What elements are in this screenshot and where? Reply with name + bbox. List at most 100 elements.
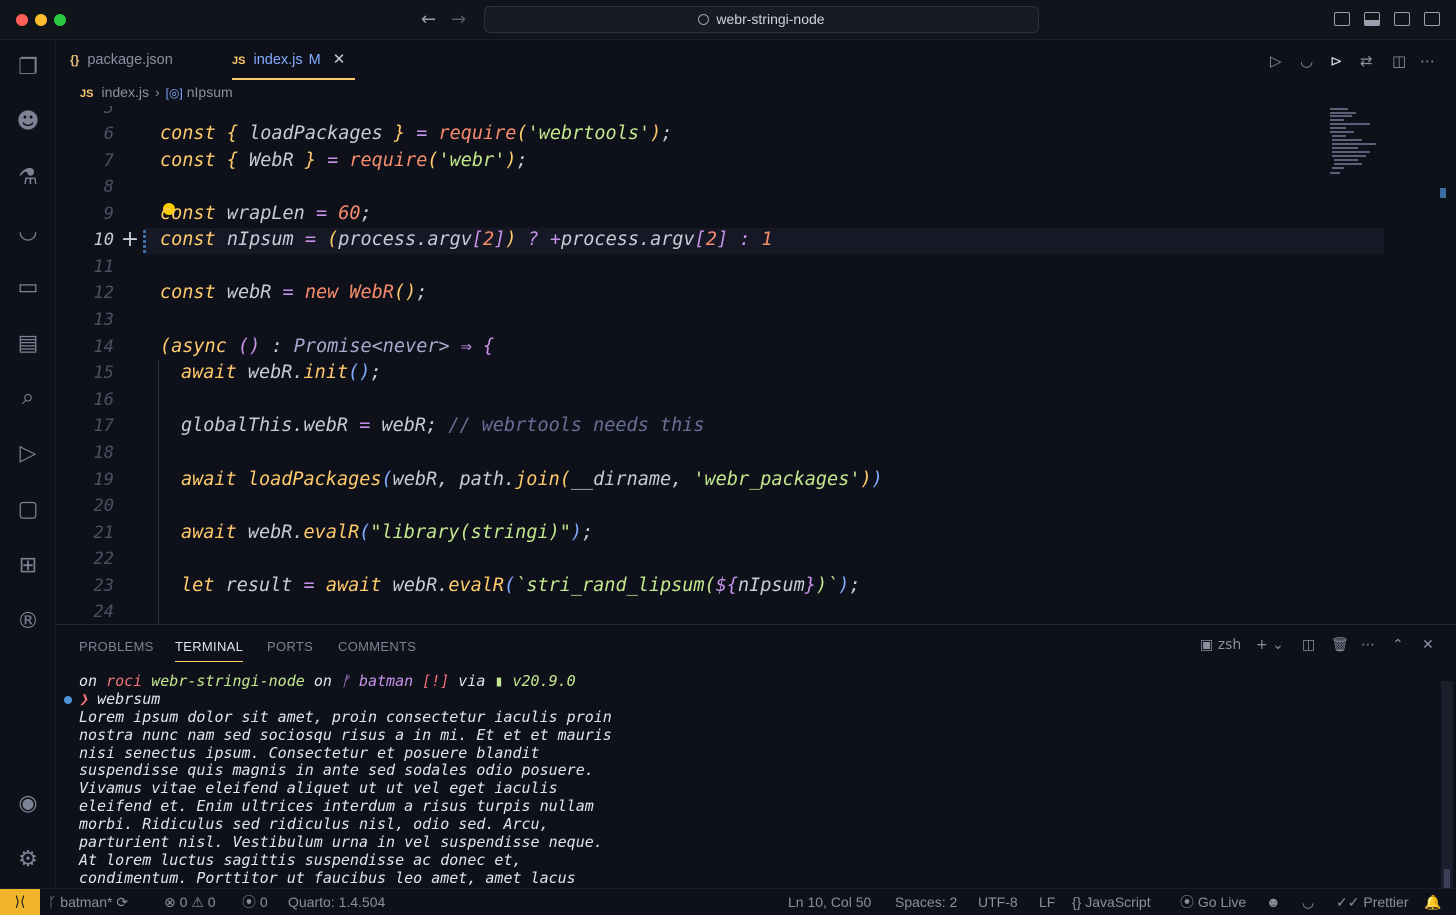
terminal-output[interactable]: on roci webr-stringi-node on ᚠ batman [!… xyxy=(79,672,1439,888)
back-arrow-icon[interactable]: ← xyxy=(421,9,436,30)
code-line: const webR = new WebR(); xyxy=(160,282,428,303)
more-actions-icon[interactable]: ⋯ xyxy=(1361,637,1375,653)
terminal-shell-selector[interactable]: ▣ zsh xyxy=(1200,637,1241,653)
customize-layout-icon[interactable] xyxy=(1424,12,1440,26)
explorer-icon[interactable]: ❐ xyxy=(14,54,42,82)
nodejs-icon: ▮ xyxy=(494,672,504,690)
new-terminal-icon[interactable]: + ⌄ xyxy=(1256,637,1284,653)
code-line: const { WebR } = require('webr'); xyxy=(160,150,528,171)
kill-terminal-icon[interactable]: 🗑 xyxy=(1331,637,1349,653)
r-language-icon[interactable]: ® xyxy=(14,608,42,636)
run-debug-icon[interactable]: ▷ xyxy=(14,440,42,468)
line-number: 17 xyxy=(93,416,114,436)
smiley-action-icon[interactable]: ◡ xyxy=(1300,52,1313,70)
tab-problems[interactable]: PROBLEMS xyxy=(79,639,154,654)
extensions-icon[interactable]: ⊞ xyxy=(14,552,42,580)
testing-icon[interactable]: ⚗ xyxy=(14,164,42,192)
close-panel-icon[interactable]: ✕ xyxy=(1422,637,1434,653)
line-number: 21 xyxy=(93,523,114,543)
terminal-output-line: Lorem ipsum dolor sit amet, proin consec… xyxy=(79,707,612,726)
terminal-output-line: condimentum. Porttitor ut faucibus leo a… xyxy=(79,868,576,887)
terminal-output-line: suspendisse quis magnis in ante sed soda… xyxy=(79,761,594,780)
search-icon xyxy=(698,14,710,25)
close-tab-icon[interactable]: ✕ xyxy=(333,51,346,68)
compare-changes-icon[interactable]: ⇄ xyxy=(1360,52,1373,70)
toggle-panel-icon[interactable] xyxy=(1364,12,1380,26)
breadcrumb-symbol[interactable]: nIpsum xyxy=(187,84,233,100)
git-branch-icon: ᚠ xyxy=(340,672,350,690)
forward-arrow-icon[interactable]: → xyxy=(451,9,466,30)
split-editor-icon[interactable]: ◫ xyxy=(1392,52,1406,70)
ports-status[interactable]: ⦿ 0 xyxy=(242,889,268,915)
accounts-icon[interactable]: ◉ xyxy=(14,790,42,818)
language-mode[interactable]: {} JavaScript xyxy=(1072,889,1151,915)
terminal-output-line: parturient nisl. Vestibulum urna in vel … xyxy=(79,833,603,852)
code-line: let result = await webR.evalR(`stri_rand… xyxy=(181,575,861,596)
broadcast-icon: ⦿ xyxy=(1180,894,1194,910)
chevron-right-icon: › xyxy=(154,84,160,100)
quarto-version[interactable]: Quarto: 1.4.504 xyxy=(288,889,385,915)
eol-status[interactable]: LF xyxy=(1039,889,1055,915)
code-editor[interactable]: + 5 6 const { loadPackages } = require('w… xyxy=(56,106,1456,624)
toggle-secondary-sidebar-icon[interactable] xyxy=(1394,12,1410,26)
prettier-status[interactable]: ✓✓ Prettier xyxy=(1336,889,1408,915)
terminal-output-line: morbi. Ridiculus sed ridiculus nisl, odi… xyxy=(79,815,549,834)
variable-symbol-icon: [◎] xyxy=(165,86,183,100)
run-file-icon[interactable]: ▷ xyxy=(1270,52,1282,70)
book-icon[interactable]: ▤ xyxy=(14,330,42,358)
line-number: 9 xyxy=(103,204,114,224)
line-number: 24 xyxy=(93,602,114,622)
code-line: await loadPackages(webR, path.join(__dir… xyxy=(181,469,883,490)
line-number: 19 xyxy=(93,470,114,490)
feedback-icon[interactable]: ◡ xyxy=(1302,889,1314,915)
search-icon[interactable]: ⌕ xyxy=(14,384,42,412)
tab-index-js[interactable]: JS index.js M ✕ xyxy=(232,40,356,80)
problems-status[interactable]: ⊗ 0 ⚠ 0 xyxy=(164,889,216,915)
line-number: 6 xyxy=(103,124,114,144)
toggle-primary-sidebar-icon[interactable] xyxy=(1334,12,1350,26)
copilot-status-icon[interactable]: ☻ xyxy=(1266,889,1281,915)
remote-indicator-icon[interactable]: ⟩⟨ xyxy=(0,889,40,915)
code-line: globalThis.webR = webR; // webrtools nee… xyxy=(181,415,705,436)
remote-explorer-icon[interactable]: ▢ xyxy=(14,496,42,524)
tab-package-json[interactable]: {} package.json xyxy=(70,40,173,80)
line-number: 20 xyxy=(93,496,114,516)
notifications-bell-icon[interactable]: 🔔 xyxy=(1424,889,1441,915)
window-close-button[interactable] xyxy=(16,14,28,26)
tab-comments[interactable]: COMMENTS xyxy=(338,639,416,654)
terminal-command-line: ❯ webrsum xyxy=(79,689,161,708)
breadcrumb-file[interactable]: index.js xyxy=(101,84,148,100)
split-terminal-icon[interactable]: ◫ xyxy=(1302,637,1315,653)
indentation-status[interactable]: Spaces: 2 xyxy=(895,889,957,915)
editor-scrollbar[interactable] xyxy=(1440,188,1446,198)
line-number: 8 xyxy=(103,177,114,197)
window-maximize-button[interactable] xyxy=(54,14,66,26)
git-branch-icon: ᚴ xyxy=(48,894,57,910)
chat-icon[interactable]: ▭ xyxy=(14,274,42,302)
tab-ports[interactable]: PORTS xyxy=(267,639,313,654)
git-branch-status[interactable]: ᚴ batman* ⟳ xyxy=(48,889,128,915)
maximize-panel-icon[interactable]: ⌃ xyxy=(1392,637,1404,653)
code-line: const { loadPackages } = require('webrto… xyxy=(160,123,673,144)
settings-gear-icon[interactable]: ⚙ xyxy=(14,846,42,874)
terminal-output-line: Vivamus vitae eleifend aliquet ut ut vel… xyxy=(79,779,558,798)
copilot-icon[interactable]: ☻ xyxy=(14,108,42,136)
minimap[interactable] xyxy=(1328,106,1408,186)
check-icon: ✓✓ xyxy=(1336,894,1360,910)
run-code-icon[interactable]: ⊳ xyxy=(1330,52,1343,70)
line-number: 23 xyxy=(93,576,114,596)
tab-terminal[interactable]: TERMINAL xyxy=(175,639,244,662)
warning-icon: ⚠ xyxy=(191,894,204,910)
terminal-scrollbar-thumb[interactable] xyxy=(1444,869,1450,889)
code-line: const nIpsum = (process.argv[2]) ? +proc… xyxy=(160,229,773,250)
command-center[interactable]: webr-stringi-node xyxy=(484,6,1039,33)
more-actions-icon[interactable]: ⋯ xyxy=(1420,52,1435,70)
line-number: 11 xyxy=(93,257,114,277)
go-live-button[interactable]: ⦿ Go Live xyxy=(1180,889,1246,915)
smiley-icon[interactable]: ◡ xyxy=(14,218,42,246)
line-number: 22 xyxy=(93,549,114,569)
cursor-position[interactable]: Ln 10, Col 50 xyxy=(788,889,871,915)
window-minimize-button[interactable] xyxy=(35,14,47,26)
encoding-status[interactable]: UTF-8 xyxy=(978,889,1018,915)
line-number: 16 xyxy=(93,390,114,410)
